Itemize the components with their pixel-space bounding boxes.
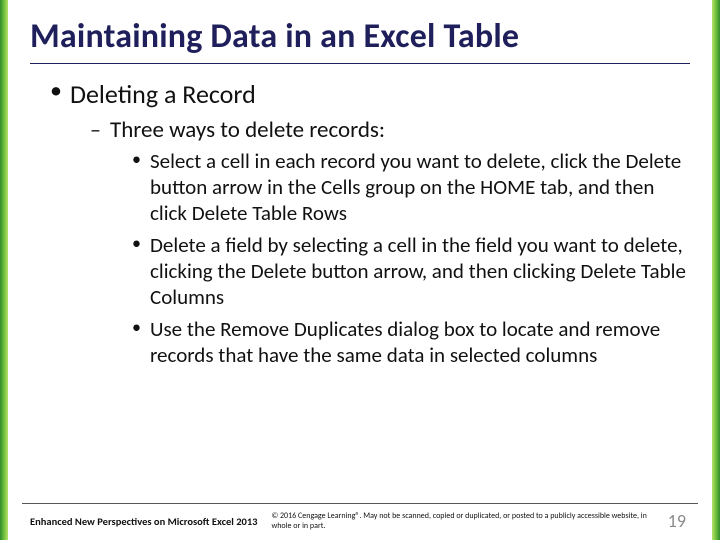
- bullet-level2: Three ways to delete records:: [90, 116, 686, 144]
- footer-page-number: 19: [668, 510, 690, 532]
- footer-book-title: Enhanced New Perspectives on Microsoft E…: [30, 515, 257, 528]
- slide-content: Deleting a Record Three ways to delete r…: [8, 74, 712, 503]
- slide-right-accent: [712, 0, 720, 540]
- slide-title: Maintaining Data in an Excel Table: [8, 0, 712, 63]
- bullet-level3: Use the Remove Duplicates dialog box to …: [132, 316, 686, 368]
- title-underline: [30, 63, 690, 64]
- slide-left-accent: [0, 0, 8, 540]
- footer-copyright: © 2016 Cengage Learning®. May not be sca…: [271, 511, 653, 531]
- slide-body: Maintaining Data in an Excel Table Delet…: [8, 0, 712, 540]
- bullet-level1: Deleting a Record: [50, 78, 686, 110]
- bullet-level3: Delete a field by selecting a cell in th…: [132, 232, 686, 310]
- bullet-level3: Select a cell in each record you want to…: [132, 148, 686, 226]
- slide-footer: Enhanced New Perspectives on Microsoft E…: [22, 503, 698, 540]
